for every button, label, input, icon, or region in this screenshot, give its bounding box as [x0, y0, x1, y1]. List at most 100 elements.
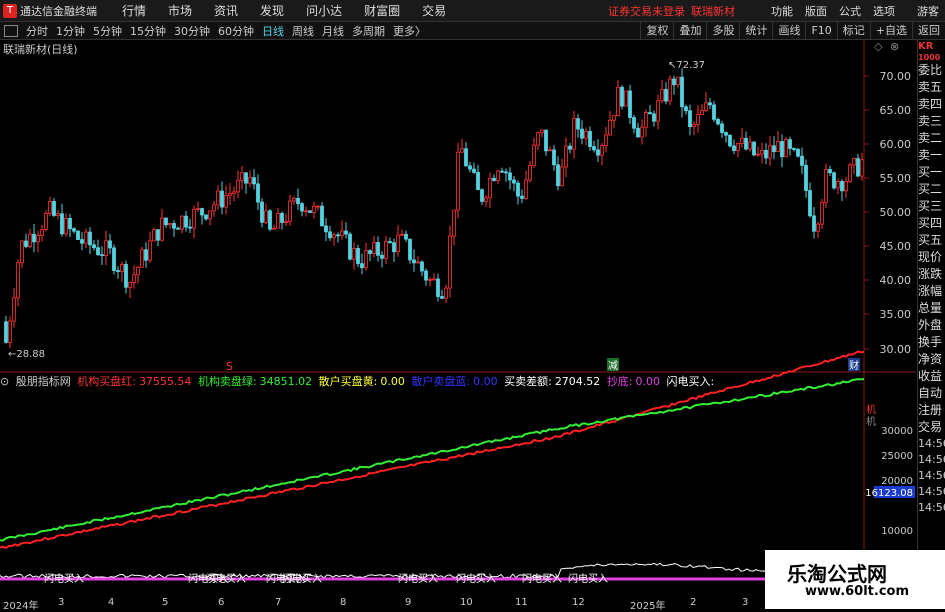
period-60min[interactable]: 60分钟: [214, 23, 258, 39]
menu-layout[interactable]: 版面: [799, 3, 833, 19]
indicator-tick: 20000: [881, 476, 913, 487]
candle-body: [780, 141, 784, 158]
candle-body: [844, 180, 848, 192]
candle-body: [656, 100, 660, 122]
login-status[interactable]: 证券交易未登录: [608, 3, 685, 19]
period-15min[interactable]: 15分钟: [126, 23, 170, 39]
candle-body: [416, 261, 420, 264]
candle-body: [752, 141, 756, 156]
btn-mark[interactable]: 标记: [836, 22, 870, 39]
candle-body: [384, 241, 388, 259]
period-1min[interactable]: 1分钟: [52, 23, 89, 39]
candle-body: [352, 248, 356, 260]
candle-body: [700, 110, 704, 115]
candle-body: [444, 287, 448, 299]
candle-body: [36, 235, 40, 243]
watermark: 乐淘公式网 www.60lt.com: [765, 550, 945, 609]
candle-body: [52, 201, 56, 216]
date-tick: 7: [275, 597, 282, 608]
side-bottom-item[interactable]: 自动: [918, 385, 945, 402]
candle-body: [104, 240, 108, 257]
gear-icon[interactable]: ⊙: [0, 375, 9, 388]
candle-body: [284, 221, 288, 224]
candle-body: [196, 208, 200, 210]
indicator-tick: 25000: [881, 451, 913, 462]
btn-f10[interactable]: F10: [805, 22, 836, 39]
period-more[interactable]: 更多〉: [389, 23, 430, 39]
kline-chart[interactable]: 70.0065.0060.0055.0050.0045.0040.0035.00…: [0, 40, 915, 609]
diamond-icon[interactable]: ◇: [874, 40, 883, 53]
candle-body: [208, 210, 212, 220]
side-bottom-item[interactable]: 注册: [918, 402, 945, 419]
candle-body: [756, 153, 760, 156]
marker-cai[interactable]: 财: [849, 359, 859, 372]
candle-body: [624, 90, 628, 107]
btn-multi[interactable]: 多股: [706, 22, 739, 39]
side-row: 涨跌: [918, 267, 943, 281]
btn-adjust[interactable]: 复权: [640, 22, 673, 39]
flash-buy-label: 闪电买入: [282, 572, 322, 585]
period-multi[interactable]: 多周期: [348, 23, 389, 39]
candle-body: [176, 227, 180, 230]
side-row: 涨幅: [918, 284, 943, 298]
side-row: 买四: [918, 216, 943, 230]
candle-body: [220, 190, 224, 208]
indicator-axis: 30000250002000016123.08100005000: [865, 426, 915, 562]
quote-side-panel: KR 1000 委比 卖五 卖四 卖三 卖二 卖一 买一 买二 买三 买四 买五 现价 涨跌 涨幅 总量 外盘…: [917, 40, 945, 609]
close-icon[interactable]: ⊗: [890, 40, 899, 53]
marker-jian[interactable]: 减: [608, 360, 618, 372]
side-time: 14:56: [918, 453, 945, 466]
guest-user[interactable]: 游客: [901, 3, 945, 19]
candle-body: [16, 262, 20, 299]
diff-value: 2704.52: [554, 375, 601, 388]
period-5min[interactable]: 5分钟: [89, 23, 126, 39]
period-weekly[interactable]: 周线: [288, 23, 318, 39]
menu-function[interactable]: 功能: [765, 3, 799, 19]
candle-body: [468, 165, 472, 170]
candle-body: [152, 229, 156, 242]
side-bottom-item[interactable]: 交易: [918, 419, 945, 436]
candle-body: [580, 128, 584, 139]
candle-body: [72, 228, 76, 232]
candle-body: [548, 149, 552, 152]
period-daily[interactable]: 日线: [258, 23, 288, 39]
marker-s[interactable]: S: [226, 360, 233, 373]
candle-body: [396, 234, 400, 253]
btn-overlay[interactable]: 叠加: [673, 22, 706, 39]
menu-wealth[interactable]: 财富圈: [353, 2, 411, 19]
candle-body: [28, 233, 32, 247]
period-30min[interactable]: 30分钟: [170, 23, 214, 39]
menu-options[interactable]: 选项: [867, 3, 901, 19]
candle-body: [148, 240, 152, 261]
side-time: 14:56: [918, 469, 945, 482]
menu-news[interactable]: 资讯: [203, 2, 249, 19]
grid-icon[interactable]: [4, 24, 18, 37]
red-value: 37555.54: [138, 375, 192, 388]
indicator-name[interactable]: 殷朋指标网: [16, 375, 71, 388]
menu-ask[interactable]: 问小达: [295, 2, 353, 19]
menu-quote[interactable]: 行情: [111, 2, 157, 19]
candle-body: [464, 148, 468, 167]
btn-stats[interactable]: 统计: [739, 22, 772, 39]
candle-body: [748, 141, 752, 150]
candle-body: [256, 183, 260, 203]
candle-body: [96, 247, 100, 256]
candle-body: [392, 242, 396, 253]
btn-add-watch[interactable]: +自选: [869, 22, 912, 39]
btn-draw[interactable]: 画线: [772, 22, 805, 39]
side-row: 买二: [918, 182, 943, 196]
menu-trade[interactable]: 交易: [411, 2, 457, 19]
menu-discover[interactable]: 发现: [249, 2, 295, 19]
red-label: 机构买盘红:: [77, 375, 136, 388]
btn-back[interactable]: 返回: [912, 22, 945, 39]
candle-body: [20, 240, 24, 264]
period-monthly[interactable]: 月线: [318, 23, 348, 39]
menu-market[interactable]: 市场: [157, 2, 203, 19]
period-timeshare[interactable]: 分时: [22, 23, 52, 39]
menu-formula[interactable]: 公式: [833, 3, 867, 19]
candle-body: [736, 142, 740, 151]
candle-body: [184, 215, 188, 228]
side-row: 卖四: [918, 97, 943, 111]
candle-body: [192, 208, 196, 229]
yellow-label: 散户买盘黄:: [318, 375, 378, 388]
